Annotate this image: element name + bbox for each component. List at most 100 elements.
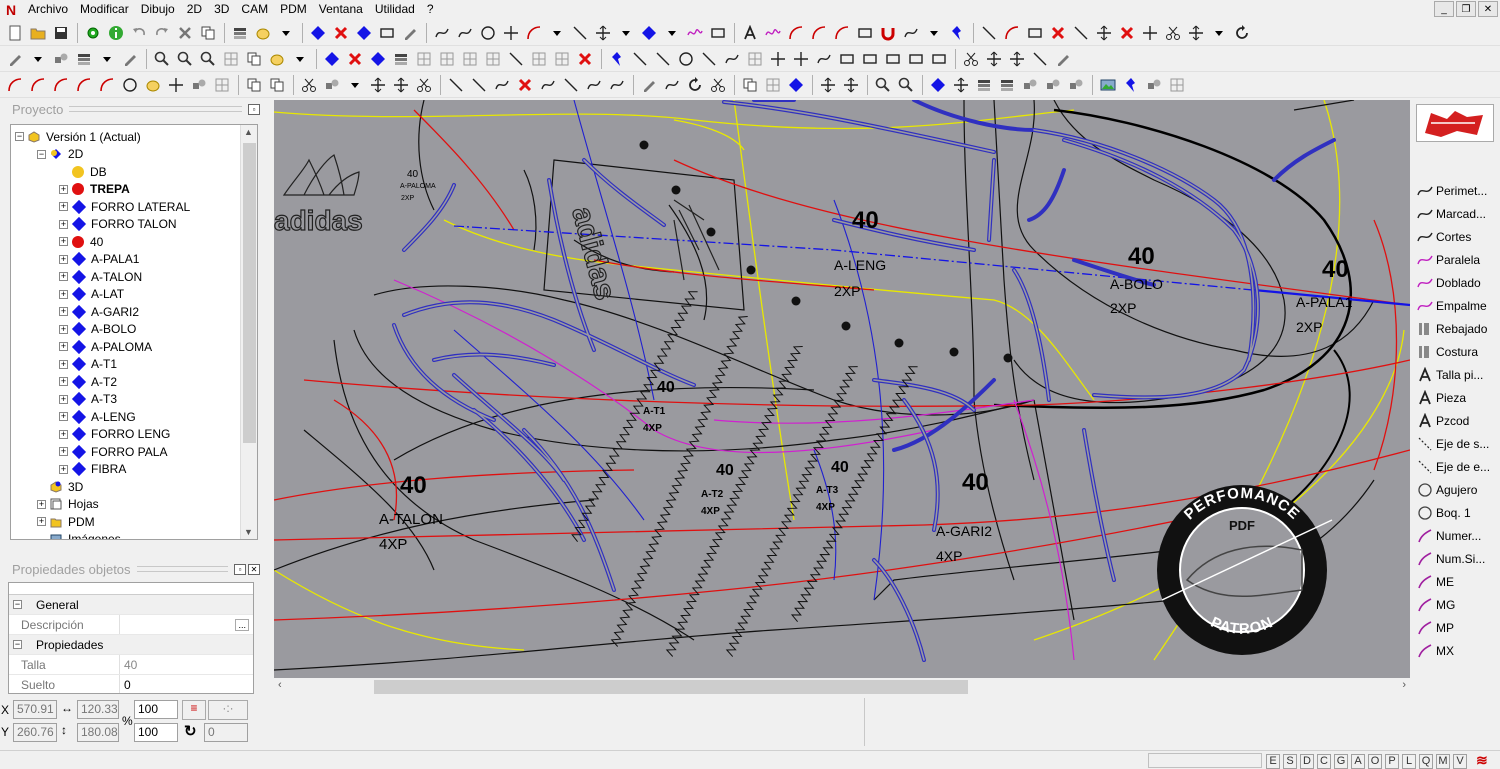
status-mode-q[interactable]: Q (1419, 754, 1433, 769)
blue-diamond-icon[interactable] (321, 48, 343, 70)
line-icon[interactable] (505, 48, 527, 70)
tool-mx[interactable]: MX (1416, 640, 1454, 662)
property-value-descripcion[interactable]: ... (119, 615, 253, 634)
image-icon[interactable] (1097, 74, 1119, 96)
rotate-icon[interactable]: ↻ (184, 722, 197, 740)
wave-icon[interactable] (762, 22, 784, 44)
status-mode-e[interactable]: E (1266, 754, 1280, 769)
layers-icon[interactable] (229, 22, 251, 44)
blue-diamond-icon[interactable] (927, 74, 949, 96)
tool-seam[interactable]: Costura (1416, 341, 1478, 363)
zoom-icon[interactable] (872, 74, 894, 96)
cross-icon[interactable] (1139, 22, 1161, 44)
canvas-horizontal-scrollbar[interactable]: ‹ › (274, 678, 1410, 696)
tree-item[interactable]: + A-PALA1 (59, 251, 139, 268)
layers-icon[interactable] (390, 48, 412, 70)
circle-icon[interactable] (477, 22, 499, 44)
property-value-talla[interactable]: 40 (119, 655, 253, 674)
shapes-icon[interactable] (50, 48, 72, 70)
redo-icon[interactable] (151, 22, 173, 44)
tree-item[interactable]: + FORRO TALON (59, 216, 177, 233)
blue-diamond-icon[interactable] (638, 22, 660, 44)
pencil-icon[interactable] (638, 74, 660, 96)
tree-item[interactable]: + A-GARI2 (59, 303, 139, 320)
tool-mp[interactable]: MP (1416, 617, 1454, 639)
rect-icon[interactable] (859, 48, 881, 70)
text-icon[interactable] (739, 22, 761, 44)
dropdown-icon[interactable] (289, 48, 311, 70)
expand-toggle-icon[interactable]: + (59, 272, 68, 281)
tool-numbering-si[interactable]: Num.Si... (1416, 548, 1485, 570)
status-mode-a[interactable]: A (1351, 754, 1365, 769)
arrows-icon[interactable] (1006, 48, 1028, 70)
expand-toggle-icon[interactable]: + (37, 517, 46, 526)
grid-icon[interactable] (528, 48, 550, 70)
tool-marker[interactable]: Marcad... (1416, 203, 1486, 225)
pin-icon[interactable] (1120, 74, 1142, 96)
tree-item[interactable]: + PDM (37, 513, 95, 530)
menu-help[interactable]: ? (421, 0, 440, 19)
line-icon[interactable] (652, 48, 674, 70)
new-file-icon[interactable] (4, 22, 26, 44)
rect-icon[interactable] (707, 22, 729, 44)
menu-2d[interactable]: 2D (181, 0, 208, 19)
red-x-icon[interactable] (574, 48, 596, 70)
tool-parallel[interactable]: Paralela (1416, 249, 1480, 271)
expand-toggle-icon[interactable]: + (59, 254, 68, 264)
tree-item[interactable]: + A-T3 (59, 391, 117, 408)
arrows-icon[interactable] (840, 74, 862, 96)
ellipsis-button[interactable]: ... (235, 618, 249, 631)
expand-toggle-icon[interactable]: + (59, 202, 68, 211)
arrows-icon[interactable] (390, 74, 412, 96)
settings-icon[interactable] (82, 22, 104, 44)
expand-toggle-icon[interactable]: + (59, 324, 68, 334)
status-mode-l[interactable]: L (1402, 754, 1416, 769)
blue-diamond-icon[interactable] (367, 48, 389, 70)
pencil-icon[interactable] (119, 48, 141, 70)
circle-icon[interactable] (119, 74, 141, 96)
category-propiedades[interactable]: − Propiedades (9, 635, 253, 655)
tool-fold[interactable]: Doblado (1416, 272, 1481, 294)
collapse-icon[interactable]: − (13, 640, 22, 649)
tree-item[interactable]: Imágenes (37, 531, 121, 539)
tree-item[interactable]: + A-T1 (59, 356, 117, 373)
curve-icon[interactable] (661, 74, 683, 96)
status-mode-s[interactable]: S (1283, 754, 1297, 769)
menu-dibujo[interactable]: Dibujo (135, 0, 181, 19)
red-x-icon[interactable] (1047, 22, 1069, 44)
grid-icon[interactable] (551, 48, 573, 70)
status-mode-g[interactable]: G (1334, 754, 1348, 769)
dropdown-icon[interactable] (615, 22, 637, 44)
expand-toggle-icon[interactable]: + (59, 359, 68, 369)
tool-hole[interactable]: Agujero (1416, 479, 1477, 501)
expand-toggle-icon[interactable]: + (59, 342, 68, 351)
expand-toggle-icon[interactable]: + (59, 412, 68, 421)
curve-icon[interactable] (813, 48, 835, 70)
line-icon[interactable] (468, 74, 490, 96)
cross-icon[interactable] (500, 22, 522, 44)
tool-me[interactable]: ME (1416, 571, 1454, 593)
curve-icon[interactable] (606, 74, 628, 96)
grid-icon[interactable] (220, 48, 242, 70)
info-icon[interactable] (105, 22, 127, 44)
tool-perimeter[interactable]: Perimet... (1416, 180, 1487, 202)
angle-field[interactable]: 0 (204, 723, 248, 742)
blue-diamond-icon[interactable] (785, 74, 807, 96)
cross-icon[interactable] (165, 74, 187, 96)
rect-icon[interactable] (854, 22, 876, 44)
blue-diamond-icon[interactable] (307, 22, 329, 44)
arc-icon[interactable] (27, 74, 49, 96)
arc-icon[interactable] (523, 22, 545, 44)
scissors-icon[interactable] (1162, 22, 1184, 44)
curve-icon[interactable] (537, 74, 559, 96)
arc-icon[interactable] (785, 22, 807, 44)
status-mode-o[interactable]: O (1368, 754, 1382, 769)
line-icon[interactable] (698, 48, 720, 70)
arc-icon[interactable] (73, 74, 95, 96)
red-x-icon[interactable] (330, 22, 352, 44)
curve-icon[interactable] (721, 48, 743, 70)
expand-toggle-icon[interactable]: + (59, 219, 68, 229)
arc-icon[interactable] (4, 74, 26, 96)
curve-icon[interactable] (900, 22, 922, 44)
restore-icon[interactable]: ❐ (1456, 1, 1476, 17)
